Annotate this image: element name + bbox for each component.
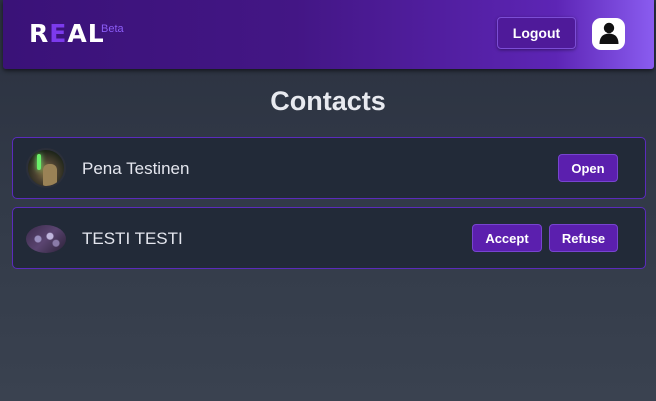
page-title: Contacts xyxy=(270,86,386,116)
beta-badge: Beta xyxy=(101,23,124,35)
top-navbar: REAL Beta Logout xyxy=(3,0,654,69)
logo-letter-r: R xyxy=(29,19,50,48)
profile-button[interactable] xyxy=(592,18,625,50)
logout-button[interactable]: Logout xyxy=(497,17,576,49)
contact-name: Pena Testinen xyxy=(82,159,190,178)
contact-request-card: TESTI TESTI Accept Refuse xyxy=(12,207,646,269)
app-logo[interactable]: REAL xyxy=(29,19,105,48)
contact-name: TESTI TESTI xyxy=(82,229,183,248)
refuse-button[interactable]: Refuse xyxy=(549,224,618,252)
logo-letter-e: E xyxy=(49,19,68,48)
open-button[interactable]: Open xyxy=(558,154,618,182)
logo-letters-al: AL xyxy=(67,19,105,48)
contact-card: Pena Testinen Open xyxy=(12,137,646,199)
contact-avatar xyxy=(26,225,66,253)
accept-button[interactable]: Accept xyxy=(472,224,542,252)
user-silhouette-icon xyxy=(597,20,621,49)
contact-avatar xyxy=(26,148,66,188)
